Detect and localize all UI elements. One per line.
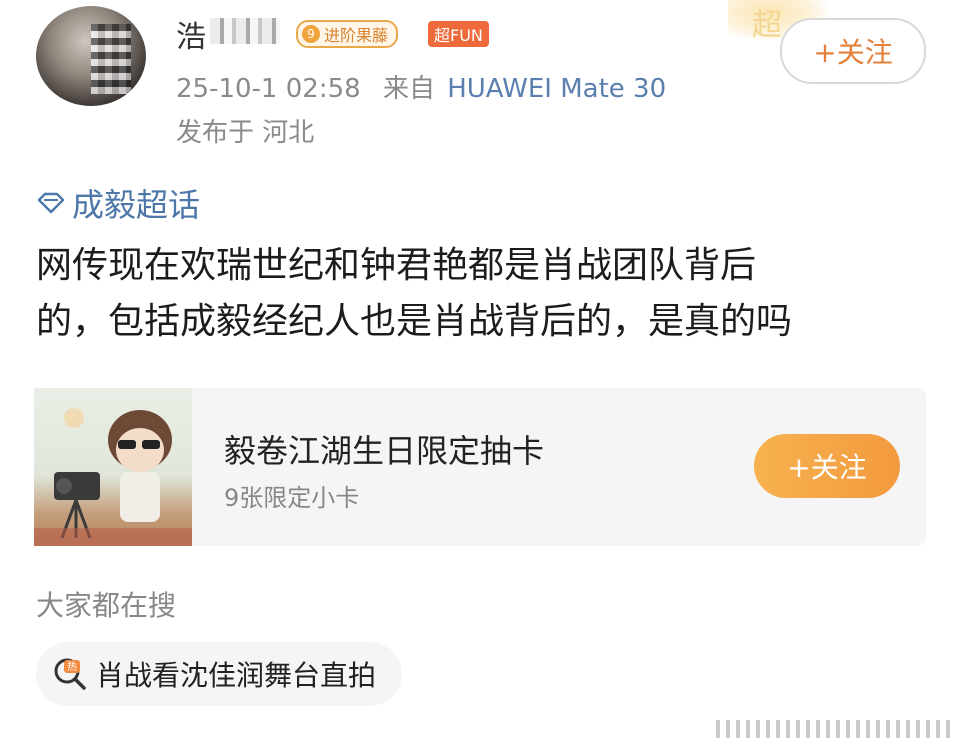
post-text-line: 的，包括成毅经纪人也是肖战背后的，是真的吗 xyxy=(36,301,793,342)
card-title[interactable]: 毅卷江湖生日限定抽卡 xyxy=(224,426,544,472)
topic-link[interactable]: 成毅超话 xyxy=(36,180,200,226)
location: 发布于 河北 xyxy=(176,118,315,148)
trending-search-label: 大家都在搜 xyxy=(36,589,177,622)
fun-badge[interactable]: 超FUN xyxy=(428,21,489,47)
device-name[interactable]: HUAWEI Mate 30 xyxy=(447,74,666,104)
decoration-glyph: 超 xyxy=(752,8,782,43)
timestamp: 25-10-1 02:58 xyxy=(176,74,361,104)
follow-button[interactable]: +关注 xyxy=(780,18,926,84)
hot-icon-text: 热 xyxy=(67,660,77,673)
post-text: 网传现在欢瑞世纪和钟君艳都是肖战团队背后 的，包括成毅经纪人也是肖战背后的，是真… xyxy=(36,238,926,350)
topic-name: 成毅超话 xyxy=(72,186,201,224)
avatar-mosaic xyxy=(91,24,131,94)
post-meta: 25-10-1 02:58 来自 HUAWEI Mate 30 xyxy=(176,68,666,105)
diamond-icon xyxy=(37,192,65,214)
watermark-strip xyxy=(716,720,950,738)
level-number: 9 xyxy=(302,25,320,43)
card-subtitle: 9张限定小卡 xyxy=(224,484,360,512)
avatar[interactable] xyxy=(36,6,146,106)
card-thumbnail[interactable] xyxy=(34,388,192,546)
hot-search-icon: 热 xyxy=(54,658,86,690)
source-prefix: 来自 xyxy=(382,74,435,104)
post-text-line: 网传现在欢瑞世纪和钟君艳都是肖战团队背后 xyxy=(36,245,757,286)
level-label: 进阶果藤 xyxy=(324,26,389,45)
card-follow-button[interactable]: +关注 xyxy=(754,434,900,498)
level-badge[interactable]: 9 进阶果藤 xyxy=(296,20,399,48)
username-mosaic xyxy=(210,18,280,44)
search-query: 肖战看沈佳润舞台直拍 xyxy=(96,659,377,692)
username[interactable]: 浩 xyxy=(176,12,208,56)
trending-search-chip[interactable]: 肖战看沈佳润舞台直拍 xyxy=(36,642,403,706)
chibi-illustration xyxy=(34,408,192,546)
